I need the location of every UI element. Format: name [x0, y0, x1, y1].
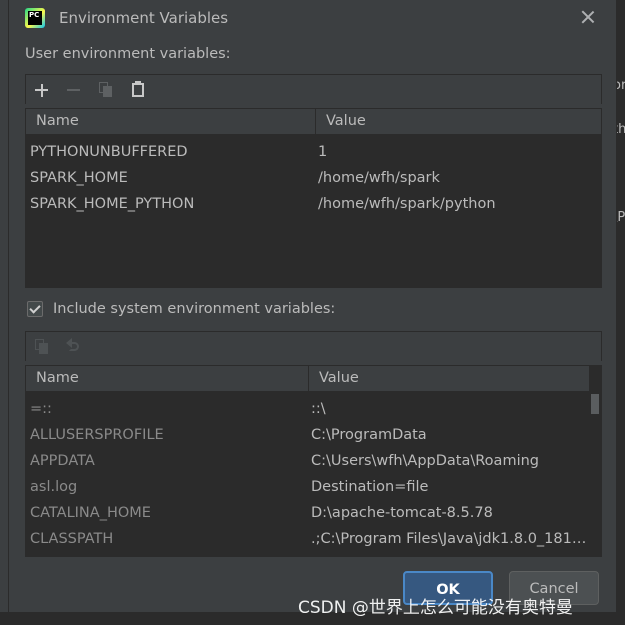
row-name: ALLUSERSPROFILE — [30, 427, 164, 443]
copy-icon[interactable] — [32, 337, 52, 357]
column-header-name[interactable]: Name — [26, 366, 308, 391]
undo-icon[interactable] — [64, 337, 84, 357]
column-header-name[interactable]: Name — [26, 109, 315, 134]
environment-variables-dialog: PC Environment Variables User environmen… — [8, 0, 617, 612]
user-env-label: User environment variables: — [25, 46, 231, 62]
table-header: Name Value — [26, 366, 589, 392]
row-value: C:\ProgramData — [311, 427, 427, 443]
row-name: asl.log — [30, 479, 78, 495]
user-env-table[interactable]: Name Value PYTHONUNBUFFERED 1 SPARK_HOME… — [25, 108, 602, 288]
include-system-env-checkbox[interactable] — [27, 301, 43, 317]
table-row[interactable]: ALLUSERSPROFILE C:\ProgramData — [26, 422, 601, 448]
user-env-toolbar — [25, 74, 602, 104]
table-row[interactable]: CLASSPATH .;C:\Program Files\Java\jdk1.8… — [26, 526, 601, 552]
include-system-env-label[interactable]: Include system environment variables: — [53, 301, 335, 317]
table-row[interactable]: CATALINA_HOME D:\apache-tomcat-8.5.78 — [26, 500, 601, 526]
table-row[interactable]: =:: ::\ — [26, 396, 601, 422]
row-value: D:\apache-tomcat-8.5.78 — [311, 505, 493, 521]
column-header-value[interactable]: Value — [308, 366, 589, 391]
row-name: APPDATA — [30, 453, 95, 469]
row-value: Destination=file — [311, 479, 429, 495]
row-name: SPARK_HOME — [30, 170, 128, 186]
table-row[interactable]: asl.log Destination=file — [26, 474, 601, 500]
row-value: 1 — [318, 144, 328, 160]
row-value: .;C:\Program Files\Java\jdk1.8.0_181\... — [311, 531, 587, 547]
table-row[interactable]: APPDATA C:\Users\wfh\AppData\Roaming — [26, 448, 601, 474]
table-row[interactable]: SPARK_HOME_PYTHON /home/wfh/spark/python — [26, 191, 601, 217]
row-name: CATALINA_HOME — [30, 505, 151, 521]
vertical-scrollbar[interactable] — [589, 392, 601, 556]
row-name: PYTHONUNBUFFERED — [30, 144, 188, 160]
add-icon[interactable] — [32, 80, 52, 100]
paste-icon[interactable] — [128, 80, 148, 100]
system-env-toolbar — [25, 331, 602, 361]
row-name: CLASSPATH — [30, 531, 114, 547]
pycharm-logo-icon: PC — [25, 8, 45, 28]
row-name: =:: — [30, 401, 52, 417]
row-value: /home/wfh/spark — [318, 170, 440, 186]
table-row[interactable]: PYTHONUNBUFFERED 1 — [26, 139, 601, 165]
column-header-value[interactable]: Value — [315, 109, 601, 134]
dialog-title: Environment Variables — [59, 9, 229, 27]
row-value: ::\ — [311, 401, 326, 417]
row-value: C:\Users\wfh\AppData\Roaming — [311, 453, 539, 469]
scrollbar-thumb[interactable] — [591, 394, 599, 414]
csdn-watermark: CSDN @世界上怎么可能没有奥特曼 — [298, 598, 573, 618]
system-env-table[interactable]: Name Value =:: ::\ ALLUSERSPROFILE C:\Pr… — [25, 365, 602, 557]
title-bar: PC Environment Variables — [9, 0, 616, 36]
remove-icon[interactable] — [64, 80, 84, 100]
row-name: SPARK_HOME_PYTHON — [30, 196, 195, 212]
row-value: /home/wfh/spark/python — [318, 196, 496, 212]
close-icon[interactable] — [580, 9, 596, 25]
table-row[interactable]: SPARK_HOME /home/wfh/spark — [26, 165, 601, 191]
copy-icon[interactable] — [96, 80, 116, 100]
table-header: Name Value — [26, 109, 601, 135]
